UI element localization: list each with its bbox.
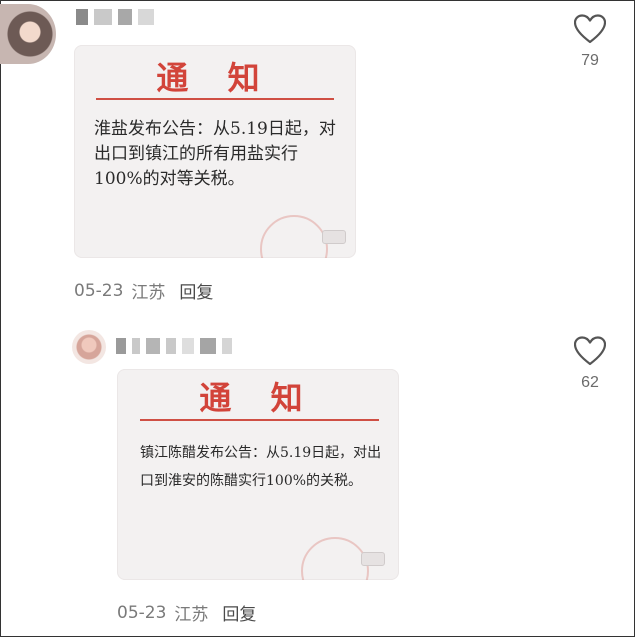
notice-title: 通 知 <box>199 379 317 417</box>
heart-outline-icon <box>574 14 606 44</box>
like-button[interactable]: 79 <box>568 14 612 70</box>
reply-button[interactable]: 回复 <box>179 278 213 303</box>
reply-avatar[interactable] <box>72 330 106 364</box>
username-redacted[interactable] <box>76 8 154 26</box>
like-button[interactable]: 62 <box>568 336 612 392</box>
comment-location: 江苏 <box>131 283 166 303</box>
commenter-avatar[interactable] <box>0 4 56 64</box>
comment-location: 江苏 <box>174 605 209 625</box>
watermark-badge <box>322 230 346 244</box>
comment-meta: 05-23 江苏 回复 <box>117 600 256 626</box>
comment-date: 05-23 <box>74 280 124 301</box>
notice-image[interactable]: 通 知 镇江陈醋发布公告：从5.19日起，对出口到淮安的陈醋实行100%的关税。 <box>117 369 399 580</box>
watermark-badge <box>361 552 385 566</box>
reply-button[interactable]: 回复 <box>222 600 256 625</box>
like-count: 62 <box>581 374 599 391</box>
official-seal <box>301 537 369 580</box>
notice-divider <box>140 419 379 421</box>
like-count: 79 <box>581 52 599 69</box>
notice-body: 淮盐发布公告：从5.19日起，对出口到镇江的所有用盐实行100%的对等关税。 <box>94 119 336 189</box>
notice-image[interactable]: 通 知 淮盐发布公告：从5.19日起，对出口到镇江的所有用盐实行100%的对等关… <box>74 45 356 258</box>
username-redacted[interactable] <box>116 337 232 355</box>
heart-outline-icon <box>574 336 606 366</box>
comment-date: 05-23 <box>117 602 167 623</box>
notice-body: 镇江陈醋发布公告：从5.19日起，对出口到淮安的陈醋实行100%的关税。 <box>140 445 382 489</box>
notice-title: 通 知 <box>156 59 274 97</box>
notice-divider <box>96 98 334 100</box>
comment-meta: 05-23 江苏 回复 <box>74 278 213 304</box>
official-seal <box>260 215 328 258</box>
